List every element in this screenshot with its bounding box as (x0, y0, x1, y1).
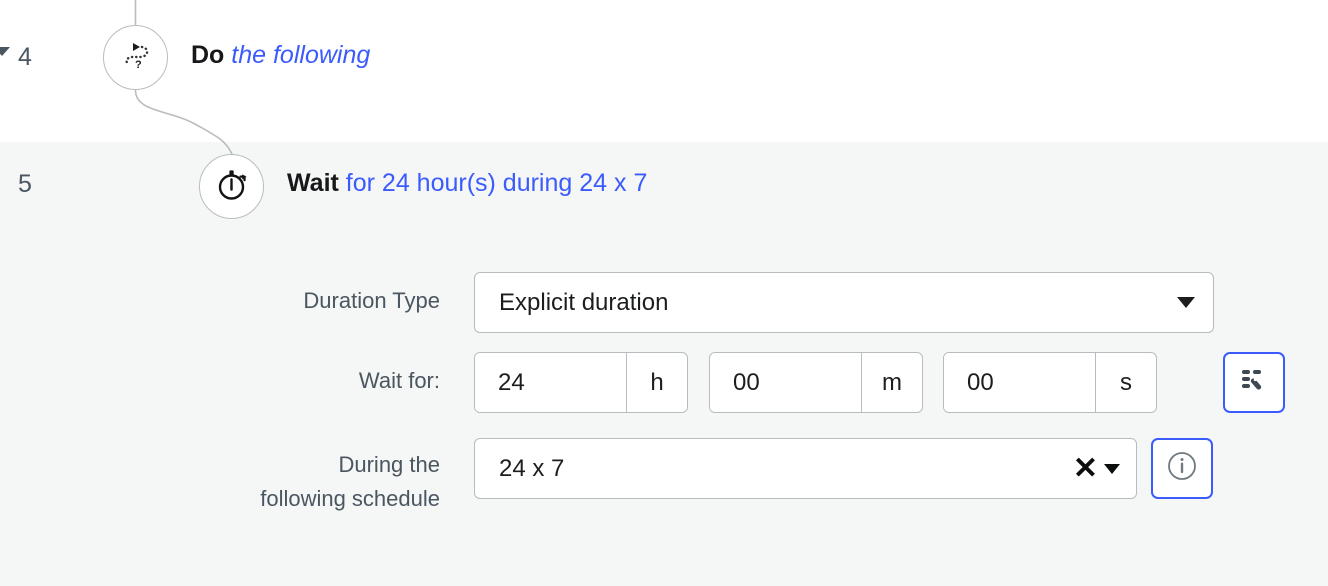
info-circle-icon (1165, 449, 1199, 488)
chevron-down-icon[interactable] (1104, 463, 1120, 474)
schedule-label-line2: following schedule (260, 486, 440, 511)
schedule-controls: ✕ (1073, 453, 1120, 484)
wait-hours-unit: h (626, 353, 687, 412)
step-number-4: 4 (18, 43, 32, 71)
list-magic-wand-icon (1239, 365, 1269, 400)
step-5-keyword: Wait (287, 169, 339, 197)
step-4-icon-node[interactable]: ? (103, 25, 168, 90)
svg-text:?: ? (135, 59, 142, 71)
close-x-icon[interactable]: ✕ (1073, 453, 1098, 484)
wait-for-label: Wait for: (358, 368, 440, 393)
duration-type-label: Duration Type (303, 288, 440, 313)
duration-type-row: Duration Type (0, 286, 440, 316)
duration-type-select[interactable]: Explicit duration (474, 272, 1214, 333)
duration-type-value: Explicit duration (499, 288, 669, 316)
step-number-5: 5 (18, 170, 32, 198)
wait-minutes-input[interactable] (710, 353, 861, 412)
insert-variable-button[interactable] (1223, 352, 1285, 413)
schedule-value: 24 x 7 (499, 454, 565, 482)
step-4-keyword: Do (191, 41, 225, 69)
wait-seconds-group[interactable]: s (943, 352, 1157, 413)
wait-seconds-unit: s (1095, 353, 1156, 412)
schedule-label: During the following schedule (0, 448, 440, 516)
step-4-row (0, 0, 1328, 142)
schedule-info-button[interactable] (1151, 438, 1213, 499)
step-4-title[interactable]: Do the following (191, 41, 370, 70)
collapse-caret-icon[interactable] (0, 47, 10, 56)
step-5-icon-node[interactable] (199, 154, 264, 219)
schedule-label-line1: During the (338, 452, 440, 477)
wait-minutes-group[interactable]: m (709, 352, 923, 413)
schedule-select[interactable]: 24 x 7 ✕ (474, 438, 1137, 499)
schedule-row: During the following schedule (0, 448, 440, 516)
step-5-detail-link[interactable]: for 24 hour(s) during 24 x 7 (346, 169, 648, 197)
step-4-detail-link[interactable]: the following (231, 41, 370, 69)
wait-for-row: Wait for: (0, 366, 440, 396)
step-5-title[interactable]: Wait for 24 hour(s) during 24 x 7 (287, 169, 647, 198)
wait-seconds-input[interactable] (944, 353, 1095, 412)
wait-hours-input[interactable] (475, 353, 626, 412)
stopwatch-icon (213, 165, 251, 208)
dotted-path-question-icon: ? (116, 35, 156, 80)
wait-hours-group[interactable]: h (474, 352, 688, 413)
wait-minutes-unit: m (861, 353, 922, 412)
chevron-down-icon[interactable] (1177, 297, 1195, 308)
